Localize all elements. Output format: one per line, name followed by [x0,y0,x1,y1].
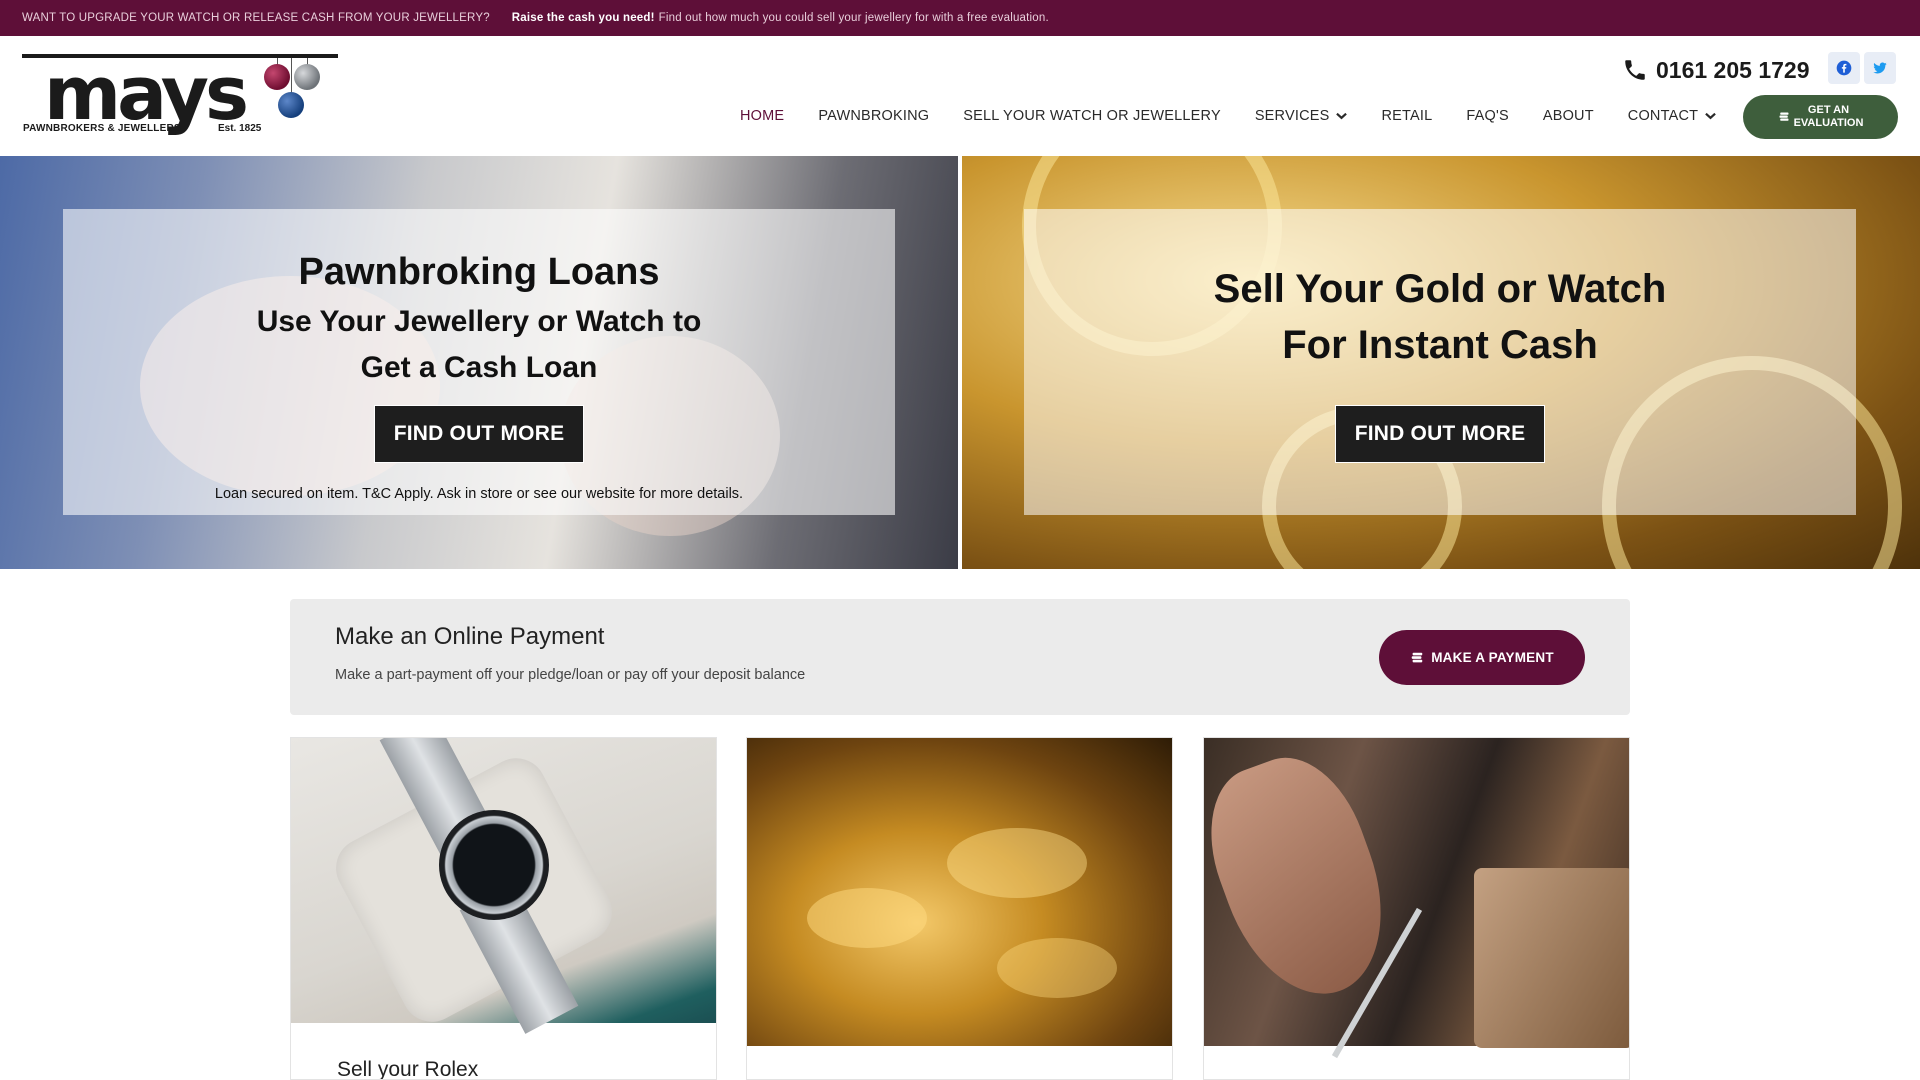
nav-sell-watch-jewellery[interactable]: SELL YOUR WATCH OR JEWELLERY [963,108,1221,124]
coins-icon [1779,112,1789,121]
phone-number-link[interactable]: 0161 205 1729 [1622,54,1810,86]
logo-string [291,58,292,94]
nav-contact[interactable]: CONTACT [1627,108,1717,124]
hero-pawnbroking: Pawnbroking Loans Use Your Jewellery or … [0,156,958,569]
mays-logo[interactable]: mays PAWNBROKERS & JEWELLERS Est. 1825 [22,54,340,146]
gold-chain-link [807,888,927,948]
hero-sell-gold-line1: Sell Your Gold or Watch [1213,267,1667,311]
card-sell-rolex[interactable]: Sell your Rolex [290,737,717,1080]
coins-icon [1411,652,1423,662]
main-navigation: HOME PAWNBROKING SELL YOUR WATCH OR JEWE… [740,108,1750,124]
hero-pawnbroking-line2: Get a Cash Loan [360,351,598,384]
rolex-watch [439,810,549,920]
hero-sell-gold-line2: For Instant Cash [1282,323,1598,367]
nav-pawnbroking[interactable]: PAWNBROKING [818,108,929,124]
chevron-down-icon [1336,112,1348,120]
gold-chain-link [947,828,1087,898]
announcement-bar: WANT TO UPGRADE YOUR WATCH OR RELEASE CA… [0,0,1920,36]
card-jeweller-work[interactable] [1203,737,1630,1080]
logo-grey-ball-icon [294,64,320,90]
logo-tagline: PAWNBROKERS & JEWELLERS [23,123,181,134]
nav-label: SELL YOUR WATCH OR JEWELLERY [963,108,1221,124]
twitter-link[interactable] [1864,52,1896,84]
logo-red-ball-icon [264,64,290,90]
hero-pawnbroking-panel: Pawnbroking Loans Use Your Jewellery or … [63,209,895,515]
pawnbroking-find-out-more-button[interactable]: FIND OUT MORE [374,405,584,463]
phone-number: 0161 205 1729 [1656,56,1810,83]
workbench-peg [1474,868,1629,1048]
hero-sell-gold-panel: Sell Your Gold or Watch For Instant Cash… [1024,209,1856,515]
get-evaluation-button[interactable]: GET AN EVALUATION [1743,95,1898,139]
payment-title: Make an Online Payment [335,623,605,650]
phone-icon [1625,60,1645,80]
payment-description: Make a part-payment off your pledge/loan… [335,667,806,683]
gold-chains-image [747,738,1172,1046]
nav-services[interactable]: SERVICES [1255,108,1348,124]
nav-label: FAQ'S [1466,108,1509,124]
logo-wordmark: mays [44,51,249,137]
site-header: mays PAWNBROKERS & JEWELLERS Est. 1825 0… [0,36,1920,156]
nav-label: SERVICES [1254,108,1330,124]
twitter-icon [1873,62,1887,74]
chevron-down-icon [1705,112,1717,120]
online-payment-section: Make an Online Payment Make a part-payme… [290,599,1630,715]
nav-retail[interactable]: RETAIL [1381,108,1432,124]
nav-about[interactable]: ABOUT [1543,108,1594,124]
make-payment-button[interactable]: MAKE A PAYMENT [1379,630,1585,685]
evaluation-line-1: GET AN [1807,104,1850,116]
announcement-text[interactable]: Find out how much you could sell your je… [659,12,1049,24]
nav-label: RETAIL [1381,108,1433,124]
nav-label: CONTACT [1627,108,1699,124]
logo-blue-ball-icon [278,92,304,118]
logo-established: Est. 1825 [218,123,262,134]
jeweller-working-image [1204,738,1629,1059]
sell-gold-find-out-more-button[interactable]: FIND OUT MORE [1335,405,1545,463]
nav-faqs[interactable]: FAQ'S [1466,108,1508,124]
nav-home[interactable]: HOME [740,108,784,124]
hero-sell-gold: Sell Your Gold or Watch For Instant Cash… [962,156,1920,569]
loan-disclaimer: Loan secured on item. T&C Apply. Ask in … [214,486,744,502]
announcement-highlight[interactable]: Raise the cash you need! [512,12,655,24]
nav-label: ABOUT [1542,108,1594,124]
hero-pawnbroking-title: Pawnbroking Loans [298,251,660,293]
card-title: Sell your Rolex [337,1058,479,1080]
gold-chain-link [997,938,1117,998]
make-payment-label: MAKE A PAYMENT [1431,650,1554,665]
facebook-icon [1836,60,1852,76]
announcement-question: WANT TO UPGRADE YOUR WATCH OR RELEASE CA… [22,12,490,24]
hero-pawnbroking-line1: Use Your Jewellery or Watch to [256,305,702,338]
card-gold-chains[interactable] [746,737,1173,1080]
facebook-link[interactable] [1828,52,1860,84]
evaluation-line-2: EVALUATION [1793,117,1864,129]
nav-label: HOME [740,108,785,124]
rolex-watch-image [291,738,716,1034]
nav-label: PAWNBROKING [818,108,930,124]
